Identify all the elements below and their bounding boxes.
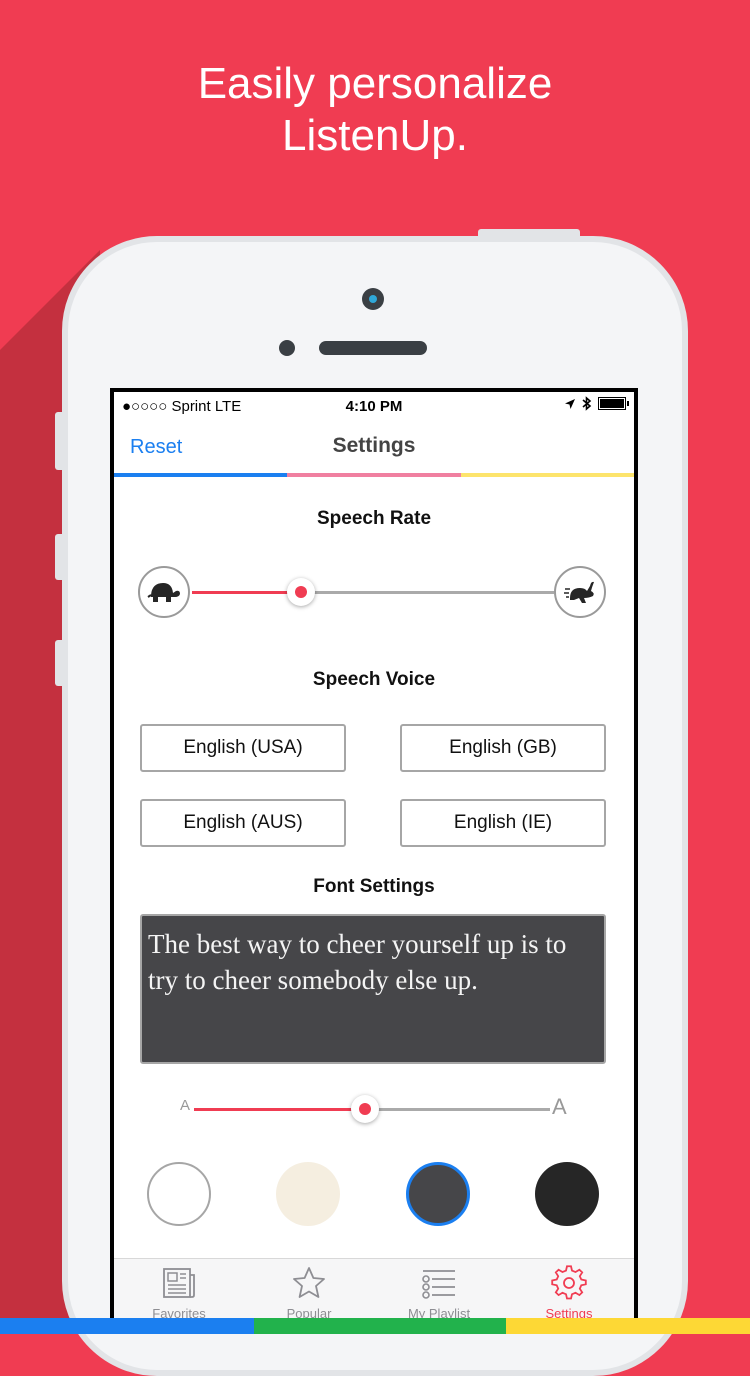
status-time: 4:10 PM bbox=[345, 398, 403, 415]
battery-icon bbox=[598, 397, 629, 410]
page-title: Settings bbox=[332, 434, 416, 457]
app-screen: ●○○○○ Sprint LTE 4:10 PM Reset Settings … bbox=[114, 392, 634, 1334]
voice-option-english-ie[interactable]: English (IE) bbox=[400, 799, 606, 847]
font-size-slider-thumb[interactable] bbox=[350, 1095, 379, 1123]
status-indicators bbox=[564, 396, 629, 411]
font-size-min-label: A bbox=[180, 1097, 191, 1114]
promo-headline-line2: ListenUp. bbox=[282, 111, 468, 160]
font-size-max-label: A bbox=[552, 1094, 567, 1119]
promo-headline: Easily personalize ListenUp. bbox=[0, 58, 750, 162]
voice-option-english-usa[interactable]: English (USA) bbox=[140, 724, 346, 772]
newspaper-icon bbox=[163, 1268, 195, 1298]
header-stripe-yellow bbox=[461, 473, 634, 477]
theme-swatch-gray[interactable] bbox=[406, 1162, 470, 1226]
earpiece-speaker bbox=[319, 341, 427, 355]
gear-icon bbox=[551, 1265, 587, 1300]
speech-rate-title: Speech Rate bbox=[316, 508, 432, 529]
header-stripe-blue bbox=[114, 473, 287, 477]
star-icon bbox=[293, 1267, 325, 1298]
theme-swatch-cream[interactable] bbox=[276, 1162, 340, 1226]
bottom-stripe-green bbox=[254, 1318, 506, 1334]
location-arrow-icon bbox=[565, 398, 575, 409]
rabbit-icon[interactable] bbox=[554, 566, 606, 618]
font-size-track-filled bbox=[194, 1108, 366, 1111]
speech-rate-slider-thumb[interactable] bbox=[286, 578, 315, 606]
promo-headline-line1: Easily personalize bbox=[197, 59, 553, 108]
navigation-bar: Reset Settings bbox=[114, 422, 634, 478]
front-camera bbox=[362, 288, 384, 310]
font-size-track bbox=[366, 1108, 550, 1111]
status-bar: ●○○○○ Sprint LTE 4:10 PM bbox=[114, 392, 634, 422]
voice-option-english-aus[interactable]: English (AUS) bbox=[140, 799, 346, 847]
turtle-icon[interactable] bbox=[138, 566, 190, 618]
theme-swatch-white[interactable] bbox=[147, 1162, 211, 1226]
voice-option-english-gb[interactable]: English (GB) bbox=[400, 724, 606, 772]
font-settings-title: Font Settings bbox=[313, 876, 435, 897]
bluetooth-icon bbox=[582, 396, 592, 411]
header-stripe-pink bbox=[287, 473, 461, 477]
theme-swatch-black[interactable] bbox=[535, 1162, 599, 1226]
proximity-sensor bbox=[279, 340, 295, 356]
list-icon bbox=[422, 1270, 455, 1299]
phone-screen: ●○○○○ Sprint LTE 4:10 PM Reset Settings … bbox=[110, 388, 638, 1334]
bottom-stripe-blue bbox=[0, 1318, 254, 1334]
font-preview-text: The best way to cheer yourself up is to … bbox=[140, 914, 606, 1064]
speech-rate-track bbox=[308, 591, 554, 594]
speech-voice-title: Speech Voice bbox=[312, 669, 436, 690]
bottom-stripe-yellow bbox=[506, 1318, 750, 1334]
